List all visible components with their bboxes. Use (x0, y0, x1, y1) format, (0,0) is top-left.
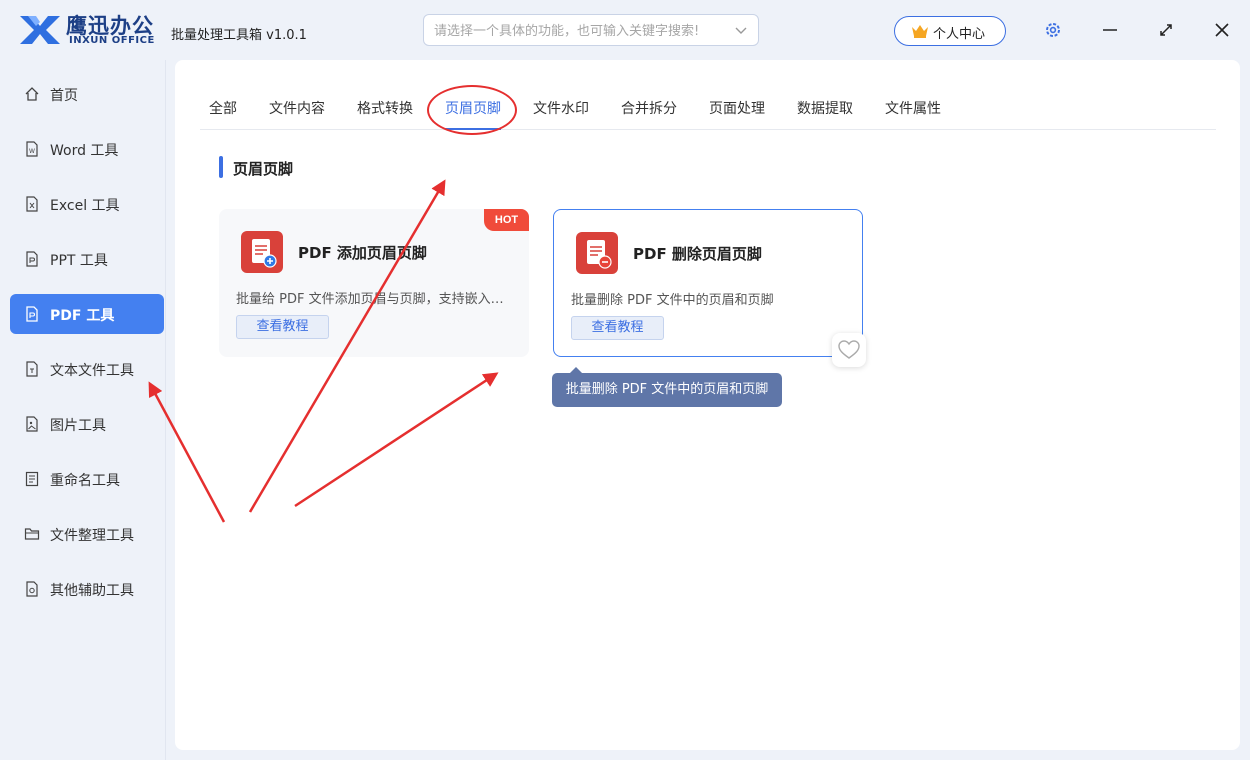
sidebar-item-label: 首页 (50, 88, 78, 104)
sidebar-item-pdf[interactable]: PDF 工具 (10, 294, 164, 334)
favorite-button[interactable] (832, 333, 866, 367)
sidebar-item-other[interactable]: 其他辅助工具 (10, 569, 164, 609)
pdf-file-icon (26, 306, 38, 322)
tab-file-properties[interactable]: 文件属性 (885, 98, 941, 118)
section-title: 页眉页脚 (233, 160, 294, 178)
rename-icon (25, 471, 39, 487)
category-tabs: 全部 文件内容 格式转换 页眉页脚 文件水印 合并拆分 页面处理 数据提取 文件… (200, 92, 1216, 130)
image-file-icon (26, 416, 38, 432)
sidebar-item-label: PPT 工具 (50, 253, 108, 269)
crown-icon (912, 25, 928, 38)
sidebar-item-rename[interactable]: 重命名工具 (10, 459, 164, 499)
card-title: PDF 删除页眉页脚 (633, 245, 762, 263)
sidebar-item-label: 文本文件工具 (50, 363, 134, 379)
card-tooltip: 批量删除 PDF 文件中的页眉和页脚 (552, 367, 782, 407)
sidebar-item-label: Word 工具 (50, 143, 119, 159)
user-center-button[interactable]: 个人中心 (894, 16, 1006, 46)
user-center-label: 个人中心 (933, 27, 986, 42)
pdf-remove-icon (576, 232, 618, 274)
heart-icon (838, 340, 860, 359)
app-title: 批量处理工具箱 v1.0.1 (171, 28, 307, 43)
sidebar-item-organize[interactable]: 文件整理工具 (10, 514, 164, 554)
sidebar-item-label: 图片工具 (50, 418, 106, 434)
word-file-icon: W (26, 141, 38, 157)
inxun-logo-icon (20, 16, 60, 44)
tool-card-pdf-add-header-footer[interactable]: PDF 添加页眉页脚 批量给 PDF 文件添加页眉与页脚，支持嵌入文字、图片 查… (219, 209, 529, 357)
main-panel: 全部 文件内容 格式转换 页眉页脚 文件水印 合并拆分 页面处理 数据提取 文件… (175, 60, 1240, 750)
sidebar-item-image[interactable]: 图片工具 (10, 404, 164, 444)
tab-file-content[interactable]: 文件内容 (269, 98, 325, 118)
tool-card-pdf-remove-header-footer[interactable]: PDF 删除页眉页脚 批量删除 PDF 文件中的页眉和页脚 查看教程 (553, 209, 863, 357)
chevron-down-icon[interactable] (734, 23, 748, 37)
sidebar-item-label: 其他辅助工具 (50, 583, 134, 599)
maximize-icon[interactable] (1156, 20, 1176, 40)
sidebar-item-word[interactable]: W Word 工具 (10, 129, 164, 169)
ppt-file-icon (26, 251, 38, 267)
sidebar-item-ppt[interactable]: PPT 工具 (10, 239, 164, 279)
card-description: 批量给 PDF 文件添加页眉与页脚，支持嵌入文字、图片 (236, 292, 512, 307)
svg-text:W: W (29, 148, 35, 155)
tools-icon (26, 581, 38, 597)
tab-all[interactable]: 全部 (209, 98, 237, 118)
sidebar-item-label: 重命名工具 (50, 473, 120, 489)
folder-icon (24, 528, 40, 540)
hot-badge: HOT (484, 209, 529, 231)
excel-file-icon (26, 196, 38, 212)
sidebar-item-label: PDF 工具 (50, 308, 115, 324)
brand-name-en: INXUN OFFICE (69, 35, 155, 46)
view-tutorial-button[interactable]: 查看教程 (571, 316, 664, 340)
tab-format-convert[interactable]: 格式转换 (357, 98, 413, 118)
pdf-add-icon (241, 231, 283, 273)
home-icon (25, 87, 39, 101)
text-file-icon (26, 361, 38, 377)
card-description: 批量删除 PDF 文件中的页眉和页脚 (571, 293, 774, 308)
tab-page-process[interactable]: 页面处理 (709, 98, 765, 118)
section-accent-bar (219, 156, 223, 178)
card-title: PDF 添加页眉页脚 (298, 244, 427, 262)
sidebar-item-label: 文件整理工具 (50, 528, 134, 544)
sidebar-item-text[interactable]: 文本文件工具 (10, 349, 164, 389)
sidebar-item-home[interactable]: 首页 (10, 74, 164, 114)
tab-data-extract[interactable]: 数据提取 (797, 98, 853, 118)
sidebar: 首页 W Word 工具 Excel 工具 PPT 工具 PDF 工具 文本文件… (0, 60, 166, 760)
search-input[interactable] (434, 21, 724, 41)
tab-watermark[interactable]: 文件水印 (533, 98, 589, 118)
title-bar: 鹰迅办公 INXUN OFFICE 批量处理工具箱 v1.0.1 个人中心 (0, 0, 1250, 60)
search-box[interactable] (423, 14, 759, 46)
view-tutorial-button[interactable]: 查看教程 (236, 315, 329, 339)
annotation-circle (427, 85, 517, 135)
close-icon[interactable] (1212, 20, 1232, 40)
sidebar-item-label: Excel 工具 (50, 198, 120, 214)
tab-merge-split[interactable]: 合并拆分 (621, 98, 677, 118)
sidebar-item-excel[interactable]: Excel 工具 (10, 184, 164, 224)
gear-icon[interactable] (1044, 21, 1062, 39)
minimize-icon[interactable] (1100, 20, 1120, 40)
